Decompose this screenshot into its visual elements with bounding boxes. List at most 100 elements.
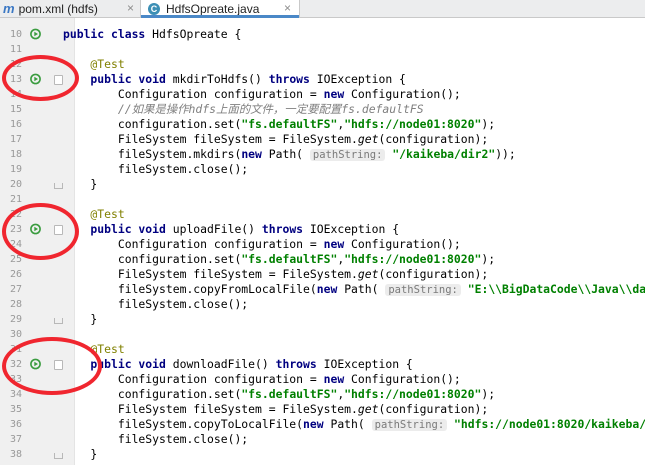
code-text: fileSystem.close(); [63, 297, 248, 312]
fold-marker-icon[interactable] [54, 183, 63, 189]
code-line[interactable]: 13 public void mkdirToHdfs() throws IOEx… [0, 72, 645, 87]
code-line[interactable]: 23 public void uploadFile() throws IOExc… [0, 222, 645, 237]
code-token: ); [481, 387, 496, 401]
code-token: throws [275, 357, 324, 371]
code-token: FileSystem fileSystem = FileSystem. [63, 132, 358, 146]
line-number: 35 [9, 404, 22, 415]
code-line[interactable]: 24 Configuration configuration = new Con… [0, 237, 645, 252]
code-line[interactable]: 15 //如果是操作hdfs上面的文件，一定要配置fs.defaultFS [0, 102, 645, 117]
code-token: fileSystem.close(); [63, 432, 249, 446]
code-token: IOException { [309, 222, 400, 236]
code-line[interactable]: 19 fileSystem.close(); [0, 162, 645, 177]
code-text: configuration.set("fs.defaultFS","hdfs:/… [63, 387, 495, 402]
code-token: mkdirToHdfs() [172, 72, 269, 86]
code-token: downloadFile() [172, 357, 276, 371]
code-line[interactable]: 18 fileSystem.mkdirs(new Path( pathStrin… [0, 147, 645, 162]
code-text: Configuration configuration = new Config… [63, 237, 461, 252]
tab-pom-xml[interactable]: m pom.xml (hdfs) × [0, 0, 140, 17]
code-line[interactable]: 14 Configuration configuration = new Con… [0, 87, 645, 102]
code-text: FileSystem fileSystem = FileSystem.get(c… [63, 132, 488, 147]
line-number: 38 [9, 449, 22, 460]
code-token: )); [495, 147, 516, 161]
code-token: fileSystem.copyFromLocalFile( [63, 282, 317, 296]
line-number: 16 [9, 119, 22, 130]
code-token: Path( [330, 417, 372, 431]
code-token: Configuration(); [351, 87, 461, 101]
code-token: Configuration(); [351, 372, 461, 386]
code-line[interactable]: 30 [0, 327, 645, 342]
code-text: fileSystem.close(); [63, 162, 248, 177]
line-number: 30 [9, 329, 22, 340]
code-line[interactable]: 38 } [0, 447, 645, 462]
code-token: new [323, 87, 352, 101]
code-text: fileSystem.mkdirs(new Path( pathString: … [63, 147, 516, 163]
code-token: fileSystem.copyToLocalFile( [63, 417, 304, 431]
code-token: FileSystem fileSystem = FileSystem. [63, 267, 358, 281]
code-line[interactable]: 21 [0, 192, 645, 207]
code-line[interactable]: 34 configuration.set("fs.defaultFS","hdf… [0, 387, 645, 402]
code-line[interactable]: 22 @Test [0, 207, 645, 222]
code-line[interactable]: 25 configuration.set("fs.defaultFS","hdf… [0, 252, 645, 267]
code-token: //如果是操作hdfs上面的文件，一定要配置fs.defaultFS [63, 102, 424, 116]
parameter-hint: pathString: [309, 149, 386, 161]
code-token: "fs.defaultFS" [241, 252, 338, 266]
code-token: "E:\\BigDataCode\\Java\\dat [467, 282, 645, 296]
code-line[interactable]: 29 } [0, 312, 645, 327]
code-line[interactable]: 26 FileSystem fileSystem = FileSystem.ge… [0, 267, 645, 282]
code-token: get [357, 267, 379, 281]
code-token: get [357, 132, 379, 146]
code-token: Configuration configuration = [63, 87, 324, 101]
close-icon[interactable]: × [284, 0, 291, 16]
code-line[interactable]: 28 fileSystem.close(); [0, 297, 645, 312]
maven-icon: m [3, 0, 15, 16]
code-text: FileSystem fileSystem = FileSystem.get(c… [63, 402, 488, 417]
code-token: (configuration); [378, 267, 489, 281]
code-token: new [323, 237, 352, 251]
code-token: Configuration configuration = [63, 237, 324, 251]
code-token: throws [261, 222, 310, 236]
code-token: } [63, 312, 98, 326]
run-test-icon[interactable] [30, 28, 42, 40]
tab-hdfs-opreate-java[interactable]: C HdfsOpreate.java × [140, 0, 300, 18]
code-token: "hdfs://node01:8020" [344, 387, 482, 401]
code-text: public void mkdirToHdfs() throws IOExcep… [63, 72, 406, 87]
fold-marker-icon[interactable] [54, 318, 63, 324]
code-token: "hdfs://node01:8020" [344, 117, 482, 131]
code-line[interactable]: 10 public class HdfsOpreate { [0, 27, 645, 42]
line-number: 29 [9, 314, 22, 325]
code-token: "hdfs://node01:8020" [344, 252, 482, 266]
code-token: public class [63, 27, 153, 41]
code-text: } [63, 447, 97, 462]
code-line[interactable]: 27 fileSystem.copyFromLocalFile(new Path… [0, 282, 645, 297]
code-text: public class HdfsOpreate { [63, 27, 241, 42]
code-token: public void [63, 72, 173, 86]
line-number: 28 [9, 299, 22, 310]
fold-marker-icon[interactable] [54, 453, 63, 459]
close-icon[interactable]: × [127, 0, 134, 16]
code-token: public void [63, 222, 173, 236]
code-line[interactable]: 36 fileSystem.copyToLocalFile(new Path( … [0, 417, 645, 432]
code-line[interactable]: 35 FileSystem fileSystem = FileSystem.ge… [0, 402, 645, 417]
code-line[interactable]: 16 configuration.set("fs.defaultFS","hdf… [0, 117, 645, 132]
code-text: fileSystem.copyFromLocalFile(new Path( p… [63, 282, 645, 298]
code-token: } [63, 447, 98, 461]
line-number: 37 [9, 434, 22, 445]
code-line[interactable]: 37 fileSystem.close(); [0, 432, 645, 447]
code-line[interactable]: 17 FileSystem fileSystem = FileSystem.ge… [0, 132, 645, 147]
line-number: 17 [9, 134, 22, 145]
code-line[interactable]: 11 [0, 42, 645, 57]
code-token: Configuration(); [351, 237, 461, 251]
code-text: Configuration configuration = new Config… [63, 87, 461, 102]
line-number: 20 [9, 179, 22, 190]
code-line[interactable]: 20 } [0, 177, 645, 192]
code-text: public void uploadFile() throws IOExcept… [63, 222, 399, 237]
code-text: configuration.set("fs.defaultFS","hdfs:/… [63, 252, 495, 267]
code-line[interactable]: 12 @Test [0, 57, 645, 72]
line-number: 11 [9, 44, 22, 55]
annotation-circle [2, 55, 79, 101]
line-number: 21 [9, 194, 22, 205]
code-text: Configuration configuration = new Config… [63, 372, 461, 387]
code-token: uploadFile() [172, 222, 262, 236]
